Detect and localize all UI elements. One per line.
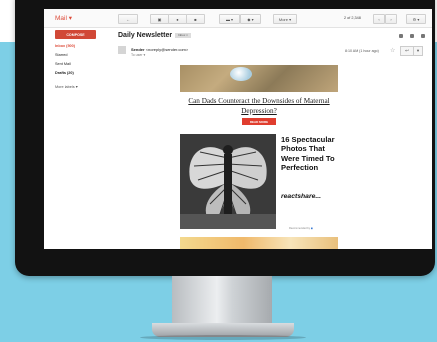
chevron-down-icon: ▾ (416, 48, 420, 53)
gear-icon: ⚙ ▾ (412, 16, 420, 22)
labels-button[interactable]: ◆ ▾ (240, 14, 261, 24)
archive-button[interactable]: ▣ (150, 14, 169, 24)
newer-button[interactable]: ‹ (373, 14, 385, 24)
butterfly-figure-image (180, 134, 276, 229)
promo-headline-link[interactable]: 16 Spectacular Photos That Were Timed To… (281, 135, 341, 172)
sidebar-item-more-labels[interactable]: More labels ▾ (55, 84, 78, 89)
more-button[interactable]: More ▾ (273, 14, 297, 24)
back-arrow-icon: ← (126, 16, 130, 22)
newsletter-hero-image[interactable] (180, 65, 338, 92)
trash-icon: ■ (194, 16, 197, 22)
chevron-right-icon: › (390, 16, 392, 22)
delete-button[interactable]: ■ (186, 14, 205, 24)
message-time: 8:10 AM (1 hour ago) (345, 49, 379, 53)
spam-icon: ● (176, 16, 179, 22)
monitor-bezel: Mail ▾ ← ▣ ● ■ ▬ ▾ ◆ ▾ More ▾ 2 of 2,348… (15, 0, 435, 276)
reply-button[interactable]: ↩ (400, 46, 414, 56)
app-title-mail[interactable]: Mail ▾ (55, 14, 72, 22)
settings-button[interactable]: ⚙ ▾ (406, 14, 426, 24)
stand-shadow (140, 335, 306, 340)
reply-more-button[interactable]: ▾ (413, 46, 423, 56)
sidebar-item-inbox[interactable]: Inbox (500) (55, 44, 75, 48)
sidebar-item-starred[interactable]: Starred (55, 53, 67, 57)
promo-brand: reactshare... (281, 193, 322, 200)
sidebar-item-drafts[interactable]: Drafts (20) (55, 71, 74, 75)
newsletter-bottom-image[interactable] (180, 237, 338, 249)
powered-by-note: Recommended by ◼ (289, 227, 313, 230)
message-subject: Daily Newsletter (118, 32, 173, 39)
move-to-button[interactable]: ▬ ▾ (219, 14, 240, 24)
label-tag-icon: ◆ ▾ (247, 16, 254, 22)
toolbar: Mail ▾ ← ▣ ● ■ ▬ ▾ ◆ ▾ More ▾ 2 of 2,348… (44, 9, 432, 28)
recipient-line[interactable]: To user ▾ (131, 53, 145, 57)
compose-button[interactable]: COMPOSE (55, 30, 96, 39)
back-button[interactable]: ← (118, 14, 138, 24)
chevron-left-icon: ‹ (378, 16, 380, 22)
promo-photo[interactable] (180, 134, 276, 229)
monitor-stand (172, 276, 272, 328)
inbox-label-chip[interactable]: Inbox × (175, 33, 191, 38)
reply-icon: ↩ (405, 48, 409, 53)
new-window-icon[interactable] (421, 34, 425, 38)
page-count: 2 of 2,348 (344, 16, 361, 20)
print-icon[interactable] (410, 34, 414, 38)
sender-line: Sender <noreply@sender.com> (131, 47, 188, 52)
read-more-button[interactable]: READ MORE (242, 118, 276, 125)
hero-ball-graphic (230, 67, 252, 81)
archive-icon: ▣ (157, 16, 162, 22)
article-title-link[interactable]: Can Dads Counteract the Downsides of Mat… (180, 96, 338, 116)
recommender-logo-icon: ◼ (310, 227, 313, 230)
folder-icon: ▬ ▾ (225, 16, 234, 22)
screen: Mail ▾ ← ▣ ● ■ ▬ ▾ ◆ ▾ More ▾ 2 of 2,348… (44, 9, 432, 249)
expand-all-icon[interactable] (399, 34, 403, 38)
report-spam-button[interactable]: ● (168, 14, 187, 24)
older-button[interactable]: › (385, 14, 397, 24)
avatar (118, 46, 126, 54)
star-icon[interactable]: ☆ (390, 47, 395, 54)
sender-name: Sender (131, 47, 145, 52)
sidebar-item-sent[interactable]: Sent Mail (55, 62, 71, 66)
sender-email: <noreply@sender.com> (145, 47, 189, 52)
